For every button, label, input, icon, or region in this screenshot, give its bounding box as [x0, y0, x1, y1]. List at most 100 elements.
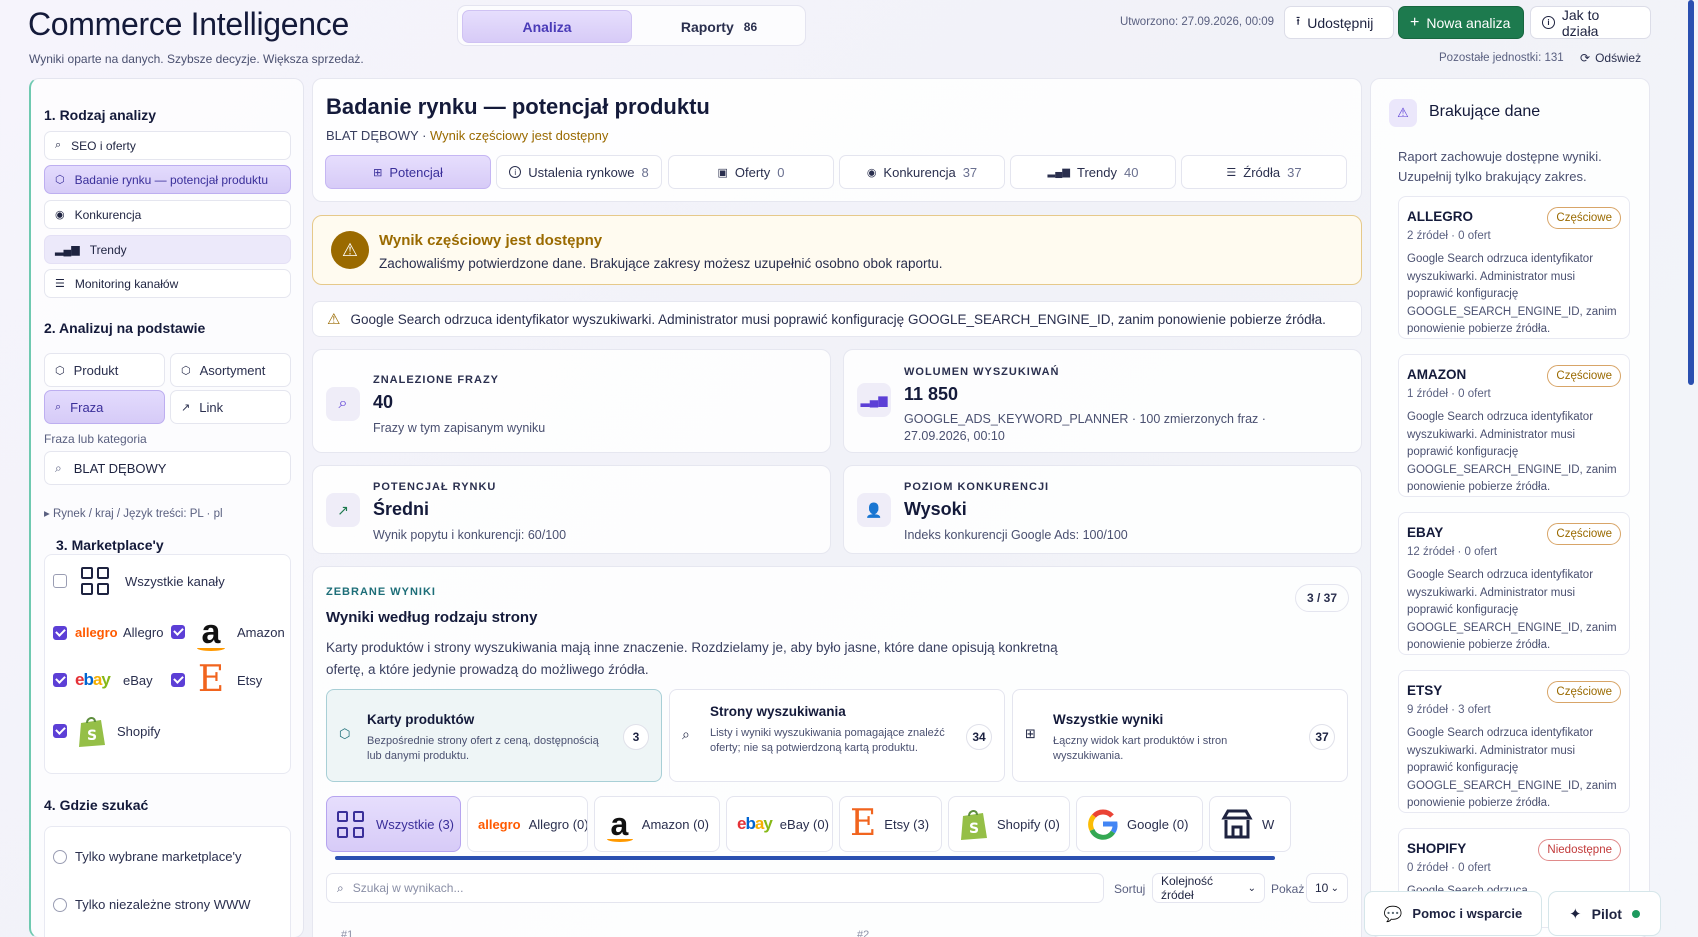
- analysis-type-market-research[interactable]: ⬡ Badanie rynku — potencjał produktu: [44, 165, 291, 194]
- grid-icon: [81, 567, 109, 595]
- analysis-type-trends[interactable]: ▂▄▆ Trendy: [44, 235, 291, 264]
- tab-trends[interactable]: ▂▄▆ Trendy 40: [1010, 155, 1176, 189]
- missing-amazon: AMAZON 1 źródeł · 0 ofert Częściowe Goog…: [1398, 354, 1630, 497]
- tab-potential[interactable]: ⊞ Potencjał: [325, 155, 491, 189]
- tab-market-findings[interactable]: i Ustalenia rynkowe 8: [496, 155, 662, 189]
- pilot-button[interactable]: ✦ Pilot: [1548, 891, 1661, 936]
- alert-text: Zachowaliśmy potwierdzone dane. Brakując…: [379, 256, 943, 271]
- marketplace-ebay[interactable]: ebay eBay: [53, 670, 153, 690]
- basis-link[interactable]: ↗ Link: [170, 390, 291, 424]
- marketplace-amazon[interactable]: a Amazon: [171, 615, 285, 651]
- page-type-search-pages[interactable]: ⌕ Strony wyszukiwania Listy i wyniki wys…: [669, 689, 1005, 782]
- refresh-label: Odśwież: [1595, 51, 1642, 65]
- config-warning-note: ⚠ Google Search odrzuca identyfikator wy…: [312, 301, 1362, 337]
- grid-icon: [337, 810, 364, 838]
- missing-data-panel: ⚠ Brakujące dane Raport zachowuje dostęp…: [1370, 78, 1650, 937]
- marketplace-label: Amazon: [237, 624, 285, 640]
- filter-allegro[interactable]: allegro Allegro (0): [467, 796, 588, 852]
- filter-ebay[interactable]: ebay eBay (0): [726, 796, 833, 852]
- filter-websites[interactable]: W: [1209, 796, 1291, 852]
- box-icon: ⬡: [181, 364, 191, 377]
- tab-count: 0: [777, 164, 785, 180]
- tab-analiza-label: Analiza: [522, 18, 572, 35]
- status-dot: [1631, 909, 1640, 918]
- checkbox[interactable]: [53, 625, 67, 640]
- section-analysis-type: 1. Rodzaj analizy: [44, 107, 157, 123]
- collected-results-card: ZEBRANE WYNIKI Wyniki według rodzaju str…: [312, 566, 1362, 937]
- page-type-all-results[interactable]: ⊞ Wszystkie wyniki Łączny widok kart pro…: [1012, 689, 1348, 782]
- search-icon: ⌕: [337, 880, 344, 895]
- checkbox[interactable]: [53, 574, 67, 588]
- result-row-index: #2: [857, 929, 870, 937]
- info-icon: i: [509, 166, 522, 178]
- upload-icon: ⭱: [1296, 14, 1301, 28]
- analysis-type-competition[interactable]: ◉ Konkurencja: [44, 200, 291, 229]
- checkbox[interactable]: [171, 673, 185, 687]
- filter-amazon[interactable]: a Amazon (0): [594, 796, 720, 852]
- filter-scrollbar[interactable]: [335, 856, 1275, 860]
- eye-icon: ◉: [55, 209, 65, 221]
- analysis-type-label: Konkurencja: [74, 207, 142, 222]
- app-title: Commerce Intelligence: [28, 6, 349, 42]
- marketplace-shopify[interactable]: S Shopify: [53, 713, 160, 749]
- sparkle-icon: ✦: [1569, 905, 1582, 923]
- top-tabs: Analiza Raporty 86: [457, 5, 806, 46]
- basis-product[interactable]: ⬡ Produkt: [44, 353, 165, 387]
- stat-card-phrases: ⌕ ZNALEZIONE FRAZY 40 Frazy w tym zapisa…: [312, 349, 831, 453]
- checkbox[interactable]: [171, 625, 185, 639]
- new-analysis-button[interactable]: + Nowa analiza: [1398, 6, 1524, 39]
- missing-etsy: ETSY 9 źródeł · 3 ofert Częściowe Google…: [1398, 670, 1630, 813]
- filter-label: W: [1262, 816, 1275, 832]
- where-selected-marketplaces[interactable]: Tylko wybrane marketplace'y: [53, 849, 242, 864]
- marketplace-all[interactable]: Wszystkie kanały: [53, 567, 225, 595]
- page-size-select[interactable]: 10 ⌄: [1306, 873, 1348, 903]
- marketplace-allegro[interactable]: allegro Allegro: [53, 625, 163, 640]
- radio[interactable]: [53, 849, 67, 864]
- marketplace-label: Etsy: [237, 672, 263, 688]
- results-title: Wyniki według rodzaju strony: [326, 609, 538, 626]
- refresh-button[interactable]: ⟳ Odśwież: [1580, 51, 1641, 65]
- tab-competition[interactable]: ◉ Konkurencja 37: [839, 155, 1005, 189]
- page-type-desc: Łączny widok kart produktów i stron wysz…: [1053, 735, 1228, 762]
- help-support-button[interactable]: 💬 Pomoc i wsparcie: [1364, 891, 1542, 936]
- filter-google[interactable]: Google (0): [1076, 796, 1203, 852]
- tab-raporty[interactable]: Raporty 86: [636, 10, 802, 43]
- filter-all[interactable]: Wszystkie (3): [326, 796, 461, 852]
- filter-label: Etsy (3): [884, 816, 930, 832]
- filter-etsy[interactable]: E Etsy (3): [839, 796, 942, 852]
- marketplace-etsy[interactable]: E Etsy: [171, 661, 262, 699]
- share-button[interactable]: ⭱ Udostępnij: [1284, 6, 1394, 39]
- config-warning-text: Google Search odrzuca identyfikator wysz…: [350, 311, 1326, 327]
- stat-card-market-potential: ↗ POTENCJAŁ RYNKU Średni Wynik popytu i …: [312, 465, 831, 554]
- alert-title: Wynik częściowy jest dostępny: [379, 232, 603, 249]
- user-icon: 👤: [857, 493, 891, 527]
- radio[interactable]: [53, 897, 67, 912]
- results-desc: Karty produktów i strony wyszukiwania ma…: [326, 640, 1058, 677]
- tab-offers[interactable]: ▣ Oferty 0: [668, 155, 834, 189]
- analysis-type-seo[interactable]: ⌕ SEO i oferty: [44, 131, 291, 160]
- page-type-product-cards[interactable]: ⬡ Karty produktów Bezpośrednie strony of…: [326, 689, 662, 782]
- page-scrollbar[interactable]: [1688, 0, 1694, 385]
- sort-select[interactable]: Kolejność źródeł ⌄: [1152, 873, 1265, 903]
- how-it-works-button[interactable]: i Jak to działa: [1530, 6, 1651, 39]
- ebay-logo-icon: ebay: [75, 670, 111, 689]
- results-search-input[interactable]: ⌕ Szukaj w wynikach...: [326, 873, 1104, 903]
- checkbox[interactable]: [53, 673, 67, 687]
- tab-sources[interactable]: ☰ Źródła 37: [1181, 155, 1347, 189]
- page-type-title: Strony wyszukiwania: [710, 704, 846, 719]
- where-independent-sites[interactable]: Tylko niezależne strony WWW: [53, 897, 251, 912]
- market-name: ALLEGRO: [1407, 209, 1473, 224]
- where-label: Tylko niezależne strony WWW: [75, 897, 251, 912]
- tab-label: Źródła: [1243, 164, 1281, 180]
- market-locale-toggle[interactable]: ▸ Rynek / kraj / Język treści: PL · pl: [44, 506, 223, 520]
- basis-assortment[interactable]: ⬡ Asortyment: [170, 353, 291, 387]
- tab-analiza[interactable]: Analiza: [462, 10, 632, 43]
- basis-phrase[interactable]: ⌕ Fraza: [44, 390, 165, 424]
- eye-icon: ◉: [866, 166, 877, 179]
- checkbox[interactable]: [53, 724, 67, 738]
- filter-shopify[interactable]: S Shopify (0): [948, 796, 1070, 852]
- analysis-type-monitoring[interactable]: ☰ Monitoring kanałów: [44, 269, 291, 298]
- phrase-input[interactable]: ⌕ BLAT DĘBOWY: [44, 451, 291, 485]
- filter-label: Shopify (0): [997, 816, 1060, 832]
- analysis-type-label: Badanie rynku — potencjał produktu: [74, 172, 269, 187]
